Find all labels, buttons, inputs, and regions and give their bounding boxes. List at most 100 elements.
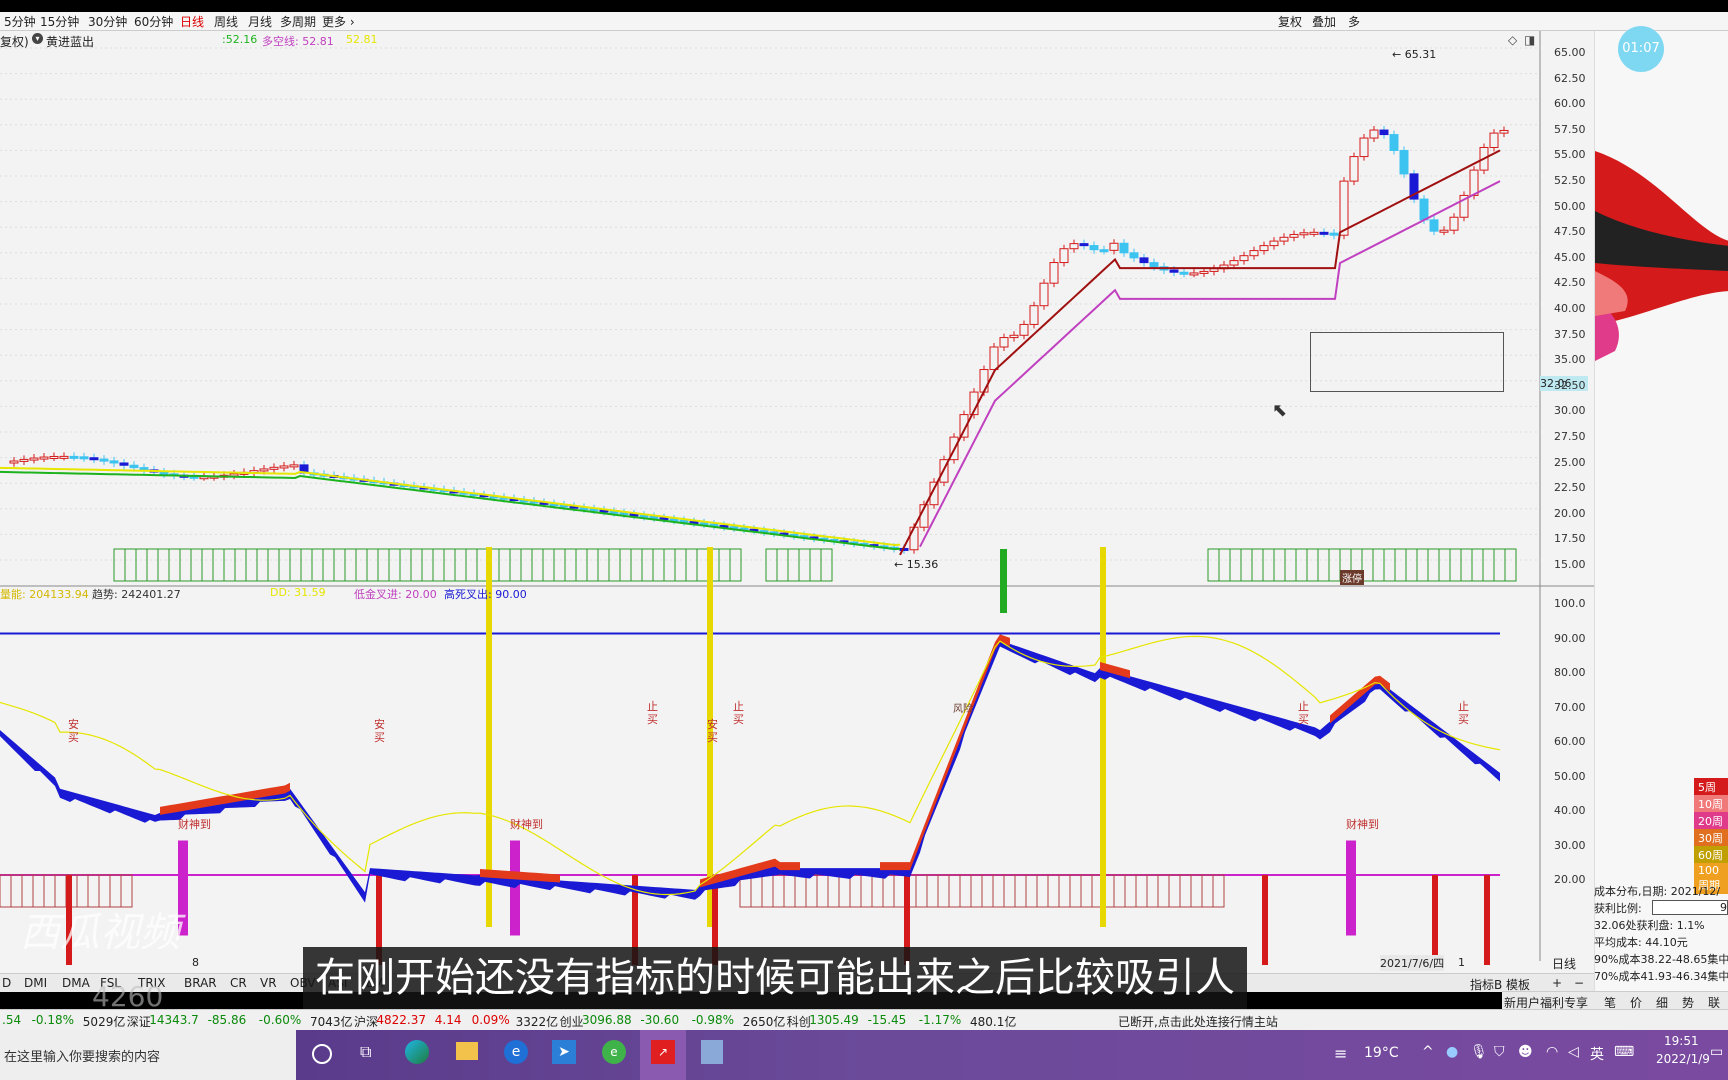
chart-area[interactable]	[0, 31, 1594, 991]
candle-up	[1249, 250, 1259, 257]
trend-label: 趋势: 242401.27	[92, 588, 181, 601]
taskbar-time[interactable]: 19:51	[1664, 1034, 1699, 1048]
status-item-0: .54	[2, 1013, 22, 1027]
mic-icon[interactable]: 🎙	[1470, 1044, 1488, 1060]
status-item-4: 14343.7	[149, 1013, 199, 1027]
toolbar-button-1[interactable]: 叠加	[1312, 13, 1336, 30]
edge-icon[interactable]	[405, 1040, 429, 1064]
status-item-21: -1.17%	[918, 1013, 962, 1027]
tag-zhimai-2: 止买	[733, 700, 744, 726]
trading-app-icon[interactable]: ↗	[651, 1040, 675, 1064]
status-item-12: 3322亿	[515, 1015, 559, 1029]
file-explorer-icon[interactable]	[456, 1042, 478, 1060]
candle-down	[1129, 252, 1139, 259]
price-tick: 37.50	[1554, 327, 1586, 341]
tab-right-0[interactable]: 指标B	[1470, 976, 1502, 993]
browser-360-icon[interactable]: e	[602, 1040, 626, 1064]
toolbar-button-0[interactable]: 复权	[1278, 13, 1302, 30]
tab-right-3[interactable]: −	[1574, 976, 1584, 990]
connect-message[interactable]: 已断开,点击此处连接行情主站	[1118, 1013, 1278, 1030]
wifi-icon[interactable]: ◠	[1546, 1044, 1558, 1060]
candle-up	[1449, 216, 1459, 231]
qq-icon[interactable]: ☻	[1518, 1044, 1533, 1060]
period-tab-0[interactable]: 5分钟	[4, 13, 36, 30]
video-subtitle: 在刚开始还没有指标的时候可能出来之后比较吸引人	[303, 947, 1247, 1009]
tag-zhimai-4: 止买	[1458, 700, 1469, 726]
candle-up	[1299, 232, 1309, 236]
indicator-tab-1[interactable]: DMI	[24, 976, 47, 990]
candle-up	[1369, 129, 1379, 139]
period-tab-3[interactable]: 60分钟	[134, 13, 173, 30]
candle-up	[1189, 272, 1199, 276]
status-item-13: 创业	[559, 1015, 584, 1029]
candle-up	[1279, 236, 1289, 242]
weather-text[interactable]: 19°C	[1364, 1045, 1399, 1061]
indicator-dropdown-icon[interactable]: ▾	[32, 33, 43, 44]
period-tab-8[interactable]: 更多 ›	[322, 13, 355, 30]
status-item-17: 2650亿	[742, 1015, 786, 1029]
indicator-name[interactable]: 黄进蓝出	[46, 33, 94, 50]
candle-down	[1179, 271, 1189, 275]
tray-expand-icon[interactable]: ^	[1422, 1044, 1434, 1060]
ie-icon[interactable]: e	[504, 1040, 528, 1064]
price-chart-svg[interactable]	[0, 31, 1594, 991]
volume-icon[interactable]: ◁	[1568, 1044, 1579, 1060]
candle-up	[1019, 323, 1029, 336]
indicator-tab-0[interactable]: D	[2, 976, 11, 990]
high-cross-label: 高死叉出: 90.00	[444, 588, 527, 601]
indicator-tab-2[interactable]: DMA	[62, 976, 90, 990]
candle-up	[1339, 180, 1349, 236]
status-item-20: -15.45	[867, 1013, 907, 1027]
price-tick: 35.00	[1554, 353, 1586, 367]
period-tab-1[interactable]: 15分钟	[40, 13, 79, 30]
candle-up	[59, 455, 69, 459]
selection-rectangle[interactable]	[1310, 332, 1504, 392]
diamond-icon[interactable]: ◇	[1508, 33, 1517, 47]
notification-icon[interactable]: ▭	[1710, 1044, 1723, 1060]
candle-up	[1269, 240, 1279, 247]
taskbar-date[interactable]: 2022/1/9	[1656, 1052, 1710, 1066]
period-tab-2[interactable]: 30分钟	[88, 13, 127, 30]
taskbar-search-input[interactable]: 在这里输入你要搜索的内容	[4, 1046, 160, 1065]
tray-app-icon[interactable]: ●	[1446, 1044, 1458, 1060]
period-tab-6[interactable]: 月线	[248, 13, 272, 30]
shield-icon[interactable]: ⛉	[1494, 1044, 1505, 1060]
window-toggle-icon[interactable]: ◨	[1524, 33, 1535, 47]
price-tick: 27.50	[1554, 430, 1586, 443]
candle-up	[1199, 270, 1209, 274]
candle-up	[1009, 334, 1019, 339]
profit-line: 32.06处获利盘: 1.1%	[1594, 919, 1705, 932]
profit-ratio-label: 获利比例:	[1594, 902, 1642, 915]
status-item-16: -0.98%	[691, 1013, 735, 1027]
toolbar-button-2[interactable]: 多	[1348, 13, 1360, 30]
status-item-14: 3096.88	[582, 1013, 632, 1027]
cost-date: 成本分布,日期: 2021/12/	[1594, 885, 1721, 898]
timer-badge[interactable]: 01:07	[1618, 26, 1664, 72]
mouse-cursor-icon: ⬉	[1272, 400, 1288, 421]
status-item-8: 沪深	[354, 1015, 379, 1029]
notes-app-icon[interactable]	[701, 1040, 723, 1064]
tab-right-2[interactable]: +	[1552, 976, 1562, 990]
period-tab-5[interactable]: 周线	[214, 13, 238, 30]
indicator-tab-6[interactable]: CR	[230, 976, 247, 990]
candle-up	[1349, 156, 1359, 182]
indicator-tab-5[interactable]: BRAR	[184, 976, 217, 990]
dd-label: DD: 31.59	[270, 586, 326, 599]
cortana-icon[interactable]	[312, 1044, 332, 1064]
candle-up	[29, 457, 39, 461]
period-tab-7[interactable]: 多周期	[280, 13, 316, 30]
candle-up	[1489, 132, 1499, 148]
taskbar-search-box[interactable]: 在这里输入你要搜索的内容	[0, 1030, 296, 1080]
indicator-tick: 60.00	[1554, 735, 1586, 748]
status-item-3: 深证	[126, 1015, 151, 1029]
input-lang[interactable]: 英	[1590, 1044, 1604, 1064]
cost-70-line: 70%成本41.93-46.34集中	[1594, 970, 1728, 983]
news-icon[interactable]: ≡	[1334, 1044, 1347, 1063]
price-tick: 32.50	[1554, 378, 1586, 392]
ime-icon[interactable]: ⌨	[1614, 1044, 1634, 1060]
indicator-tab-7[interactable]: VR	[260, 976, 277, 990]
task-view-icon[interactable]: ⧉	[360, 1042, 371, 1062]
period-tab-4[interactable]: 日线	[180, 13, 204, 30]
candle-down	[159, 471, 169, 475]
mail-icon[interactable]: ➤	[552, 1040, 576, 1064]
